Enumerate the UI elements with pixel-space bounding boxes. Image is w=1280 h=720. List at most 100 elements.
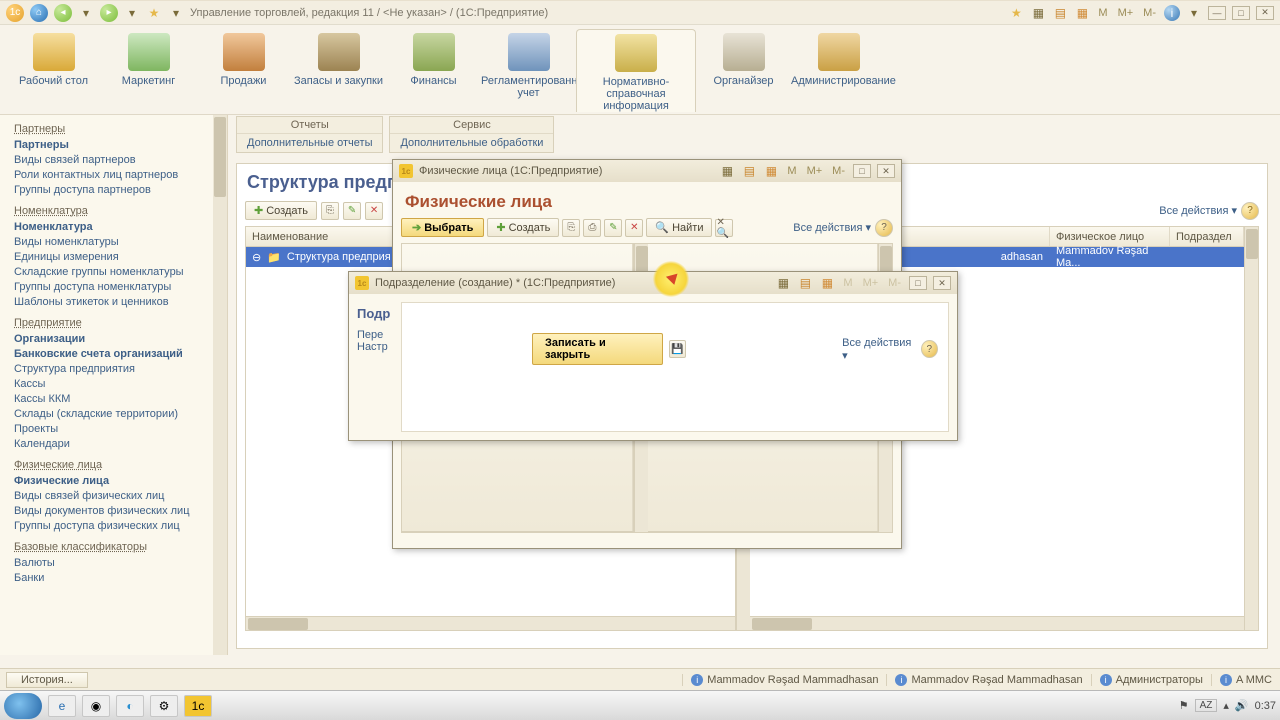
taskbar-app2[interactable]: ⚙ [150,695,178,717]
persons-modal-title[interactable]: 1c Физические лица (1С:Предприятие) ▦ ▤ … [393,160,901,182]
maximize-button[interactable]: □ [1232,6,1250,20]
department-link2[interactable]: Настр [357,341,397,353]
section-regacc[interactable]: Регламентированный учет [481,29,576,99]
save-icon[interactable]: 💾 [669,340,686,358]
nav-nom-access-groups[interactable]: Группы доступа номенклатуры [0,279,227,294]
all-actions-link[interactable]: Все действия ▾ [1159,204,1237,217]
cmd-extra-processing[interactable]: Дополнительные обработки [390,134,553,152]
nav-person-access-groups[interactable]: Группы доступа физических лиц [0,518,227,533]
status-crumb[interactable]: iАдминистраторы [1091,674,1211,686]
status-crumb[interactable]: iMammadov Rəşad Mammadhasan [886,674,1090,686]
nav-person-doc-types[interactable]: Виды документов физических лиц [0,503,227,518]
clear-search-icon[interactable]: ✕🔍 [715,219,733,237]
close-button[interactable]: ✕ [1256,6,1274,20]
nav-cashboxes[interactable]: Кассы [0,376,227,391]
section-sales[interactable]: Продажи [196,29,291,87]
nav-partner-link-types[interactable]: Виды связей партнеров [0,152,227,167]
favorite-star-icon[interactable]: ★ [146,5,162,21]
nav-structure[interactable]: Структура предприятия [0,361,227,376]
star2-icon[interactable]: ★ [1008,5,1024,21]
modal-maximize-button[interactable]: □ [909,276,927,290]
section-reference[interactable]: Нормативно-справочная информация [576,29,696,112]
nav-contact-roles[interactable]: Роли контактных лиц партнеров [0,167,227,182]
help-icon[interactable]: ? [921,340,938,358]
m-display[interactable]: M [1096,7,1109,19]
grid-icon[interactable]: ▦ [775,275,791,291]
mminus-label[interactable]: M- [830,165,847,177]
calendar-icon[interactable]: ▦ [763,163,779,179]
nav-calendars[interactable]: Календари [0,436,227,451]
copy-icon[interactable]: ⎘ [562,219,580,237]
nav-warehouses[interactable]: Склады (складские территории) [0,406,227,421]
taskbar-app1[interactable]: ◐ [116,695,144,717]
save-and-close-button[interactable]: Записать и закрыть [532,333,663,365]
calc-icon[interactable]: ▤ [1052,5,1068,21]
mplus-label[interactable]: M+ [805,165,825,177]
help-dropdown-icon[interactable]: ▾ [1186,5,1202,21]
nav-banks[interactable]: Банки [0,570,227,585]
m-label[interactable]: M [785,165,798,177]
calc-icon[interactable]: ▤ [741,163,757,179]
calc-icon[interactable]: ▤ [797,275,813,291]
taskbar-chrome[interactable]: ◉ [82,695,110,717]
tray-volume-icon[interactable]: 🔊 [1235,699,1249,712]
nav-person-link-types[interactable]: Виды связей физических лиц [0,488,227,503]
paste-icon[interactable]: ⎙ [583,219,601,237]
create-button[interactable]: ✚Создать [245,201,317,220]
tree-collapse-icon[interactable]: ⊖ [246,251,267,264]
col-dep[interactable]: Подраздел [1170,227,1244,246]
modal-maximize-button[interactable]: □ [853,164,871,178]
select-button[interactable]: ➔Выбрать [401,218,484,237]
department-link1[interactable]: Пере [357,329,397,341]
mminus-display[interactable]: M- [1141,7,1158,19]
delete-icon[interactable]: ✕ [365,202,383,220]
section-admin[interactable]: Администрирование [791,29,886,87]
calendar-icon[interactable]: ▦ [1074,5,1090,21]
grid-icon[interactable]: ▦ [1030,5,1046,21]
taskbar-ie[interactable]: e [48,695,76,717]
mplus-display[interactable]: M+ [1116,7,1136,19]
right-vscroll[interactable] [1244,227,1258,630]
all-actions-link[interactable]: Все действия ▾ [793,221,871,234]
modal-close-button[interactable]: ✕ [877,164,895,178]
grid-icon[interactable]: ▦ [719,163,735,179]
history-button[interactable]: История... [6,672,88,688]
find-button[interactable]: 🔍Найти [646,218,712,237]
section-marketing[interactable]: Маркетинг [101,29,196,87]
fav-dropdown-icon[interactable]: ▾ [168,5,184,21]
nav-projects[interactable]: Проекты [0,421,227,436]
nav-currencies[interactable]: Валюты [0,555,227,570]
help-icon[interactable]: ? [875,219,893,237]
nav-persons[interactable]: Физические лица [0,473,227,488]
nav-partner-access-groups[interactable]: Группы доступа партнеров [0,182,227,197]
delete-icon[interactable]: ✕ [625,219,643,237]
forward-icon[interactable]: ▸ [100,4,118,22]
clock[interactable]: 0:37 [1255,700,1276,712]
all-actions-link[interactable]: Все действия ▾ [842,337,917,362]
edit-icon[interactable]: ✎ [604,219,622,237]
taskbar-1c[interactable]: 1c [184,695,212,717]
left-hscroll[interactable] [246,616,735,630]
tray-flag-icon[interactable]: ⚑ [1179,699,1189,712]
home-icon[interactable]: ⌂ [30,4,48,22]
help-icon[interactable]: ? [1241,202,1259,220]
dropdown-icon[interactable]: ▾ [78,5,94,21]
nav-label-templates[interactable]: Шаблоны этикеток и ценников [0,294,227,309]
right-hscroll[interactable] [750,616,1244,630]
create-button[interactable]: ✚Создать [487,218,559,237]
nav-nomenclature[interactable]: Номенклатура [0,219,227,234]
language-indicator[interactable]: AZ [1195,699,1218,712]
department-modal-title[interactable]: 1c Подразделение (создание) * (1С:Предпр… [349,272,957,294]
tray-up-icon[interactable]: ▴ [1223,699,1229,712]
status-crumb[interactable]: iA MMC [1211,674,1280,686]
nav-cashboxes-kkm[interactable]: Кассы ККМ [0,391,227,406]
start-button[interactable] [4,693,42,719]
status-crumb[interactable]: iMammadov Rəşad Mammadhasan [682,674,886,686]
dropdown2-icon[interactable]: ▾ [124,5,140,21]
minimize-button[interactable]: — [1208,6,1226,20]
leftpanel-scrollbar[interactable] [213,115,227,655]
copy-icon[interactable]: ⎘ [321,202,339,220]
section-desktop[interactable]: Рабочий стол [6,29,101,87]
cmd-extra-reports[interactable]: Дополнительные отчеты [237,134,382,152]
nav-nomenclature-types[interactable]: Виды номенклатуры [0,234,227,249]
